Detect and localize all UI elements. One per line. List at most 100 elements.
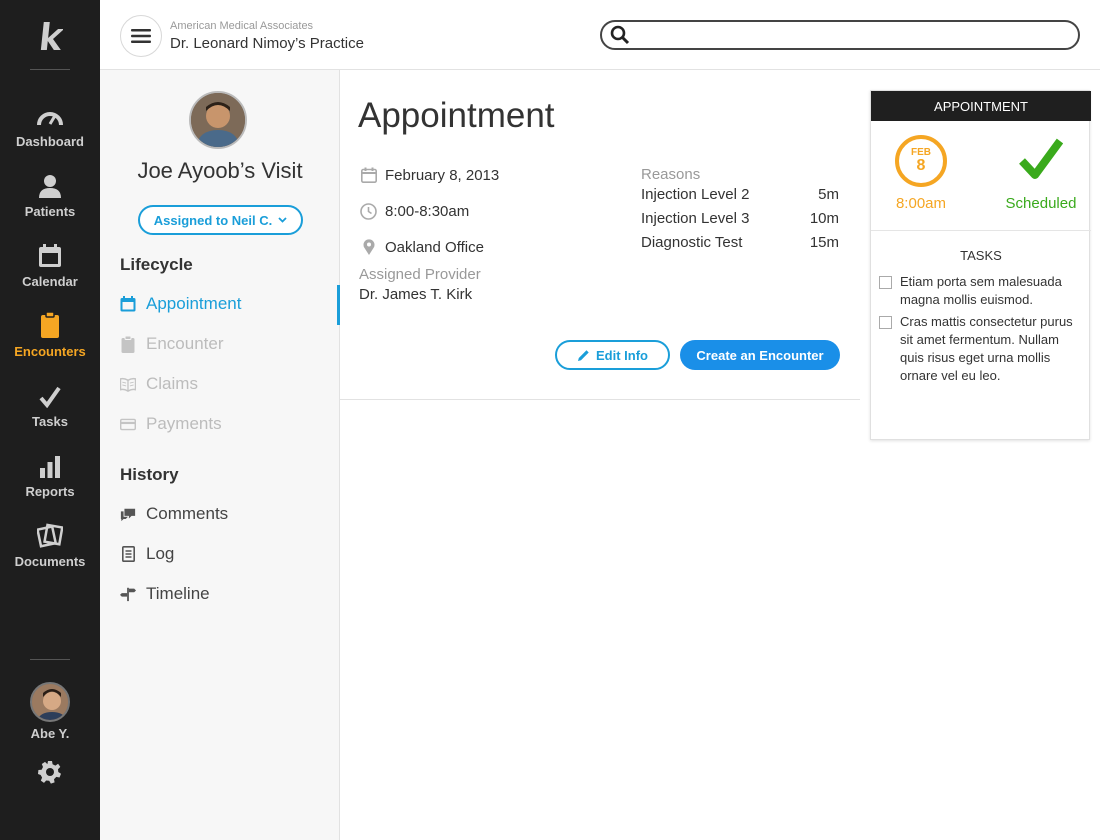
bar-chart-icon (39, 448, 61, 478)
task-item: Cras mattis consectetur purus sit amet f… (879, 313, 1079, 385)
pencil-icon (578, 349, 589, 361)
logo-icon (40, 22, 63, 50)
date-text: February 8, 2013 (385, 166, 500, 184)
clock-icon (360, 202, 377, 220)
task-text: Etiam porta sem malesuada magna mollis e… (900, 274, 1062, 307)
checkmark-icon (39, 378, 61, 408)
nav-item-reports[interactable]: Reports (0, 448, 100, 518)
reason-row: Diagnostic Test 15m (641, 234, 839, 251)
visit-title: Joe Ayoob’s Visit (137, 158, 303, 183)
lifecycle-item-encounter[interactable]: Encounter (120, 329, 340, 359)
reason-name: Injection Level 2 (641, 186, 750, 203)
log-icon (120, 546, 136, 562)
appointment-date: February 8, 2013 (360, 164, 499, 186)
map-pin-icon (360, 239, 377, 256)
signpost-icon (120, 586, 136, 602)
credit-card-icon (120, 416, 136, 432)
search-icon (610, 25, 630, 45)
lifecycle-label: Appointment (146, 294, 242, 313)
lifecycle-item-appointment[interactable]: Appointment (120, 289, 340, 319)
nav-item-tasks[interactable]: Tasks (0, 378, 100, 448)
nav-label: Calendar (22, 274, 78, 289)
nav-label: Encounters (14, 344, 86, 359)
active-indicator (337, 285, 340, 325)
edit-info-button[interactable]: Edit Info (555, 340, 670, 370)
nav-item-dashboard[interactable]: Dashboard (0, 98, 100, 168)
history-item-log[interactable]: Log (120, 539, 340, 569)
assigned-dropdown[interactable]: Assigned to Neil C. (138, 205, 303, 235)
reason-row: Injection Level 3 10m (641, 210, 839, 227)
reason-duration: 15m (809, 234, 839, 251)
task-text: Cras mattis consectetur purus sit amet f… (900, 314, 1073, 383)
reasons-label: Reasons (641, 166, 701, 183)
practice-name[interactable]: Dr. Leonard Nimoy’s Practice (170, 35, 364, 52)
search-box[interactable] (600, 20, 1080, 50)
history-heading: History (120, 465, 179, 484)
create-encounter-button[interactable]: Create an Encounter (680, 340, 840, 370)
nav-item-patients[interactable]: Patients (0, 168, 100, 238)
provider-name: Dr. James T. Kirk (359, 286, 473, 303)
lifecycle-item-payments[interactable]: Payments (120, 409, 340, 439)
comments-icon (120, 506, 136, 522)
page-title: Appointment (358, 96, 555, 135)
appointment-time: 8:00-8:30am (360, 200, 469, 222)
nav-label: Reports (25, 484, 75, 499)
menu-button[interactable] (120, 15, 162, 57)
nav-divider (30, 659, 70, 660)
task-item: Etiam porta sem malesuada magna mollis e… (879, 273, 1079, 309)
app-logo[interactable] (0, 16, 100, 56)
lifecycle-label: Claims (146, 374, 198, 393)
history-label: Timeline (146, 584, 210, 603)
current-user[interactable]: Abe Y. (0, 682, 100, 741)
nav-label: Tasks (32, 414, 68, 429)
history-label: Comments (146, 504, 229, 523)
calendar-icon (360, 167, 377, 184)
card-heading: APPOINTMENT (871, 91, 1091, 121)
nav-label: Documents (14, 554, 86, 569)
nav-label: Patients (24, 204, 76, 219)
task-checkbox[interactable] (879, 276, 892, 289)
create-encounter-label: Create an Encounter (696, 347, 824, 363)
lifecycle-item-claims[interactable]: Claims (120, 369, 340, 399)
tasks-heading: TASKS (960, 248, 1002, 263)
history-item-comments[interactable]: Comments (120, 499, 340, 529)
provider-label: Assigned Provider (359, 266, 481, 283)
nav-item-calendar[interactable]: Calendar (0, 238, 100, 308)
reason-duration: 5m (818, 186, 839, 203)
main-nav: Dashboard Patients Calendar Encounters T… (0, 0, 100, 840)
calendar-icon (38, 238, 62, 268)
gear-icon[interactable] (38, 760, 62, 784)
appointment-status-card: APPOINTMENT FEB 8 8:00am Scheduled TASKS… (870, 90, 1091, 440)
reason-row: Injection Level 2 5m (641, 186, 839, 203)
lifecycle-label: Payments (146, 414, 222, 433)
avatar (30, 682, 70, 722)
chevron-down-icon (278, 217, 287, 223)
edit-info-label: Edit Info (596, 347, 648, 363)
nav-item-encounters[interactable]: Encounters (0, 308, 100, 378)
patient-photo (189, 91, 247, 149)
practice-organization: American Medical Associates (170, 20, 314, 32)
lifecycle-label: Encounter (146, 334, 224, 353)
reason-duration: 10m (809, 210, 839, 227)
reason-name: Injection Level 3 (641, 210, 750, 227)
history-item-timeline[interactable]: Timeline (120, 579, 340, 609)
lifecycle-heading: Lifecycle (120, 255, 193, 274)
date-badge-day: 8 (916, 157, 926, 174)
nav-item-documents[interactable]: Documents (0, 518, 100, 588)
card-divider (871, 230, 1091, 231)
status-badge: Scheduled (1005, 195, 1077, 212)
nav-divider (30, 69, 70, 70)
appointment-location: Oakland Office (360, 236, 484, 258)
speedometer-icon (36, 98, 64, 128)
clipboard-icon (40, 308, 60, 338)
content-divider (340, 399, 860, 400)
calendar-icon (120, 296, 136, 312)
checkmark-icon (1019, 138, 1063, 179)
task-checkbox[interactable] (879, 316, 892, 329)
date-badge: FEB 8 (895, 135, 947, 187)
person-icon (38, 168, 62, 198)
search-input[interactable] (638, 25, 1068, 45)
time-text: 8:00-8:30am (385, 202, 470, 220)
book-icon (120, 376, 136, 392)
clipboard-icon (120, 335, 136, 353)
